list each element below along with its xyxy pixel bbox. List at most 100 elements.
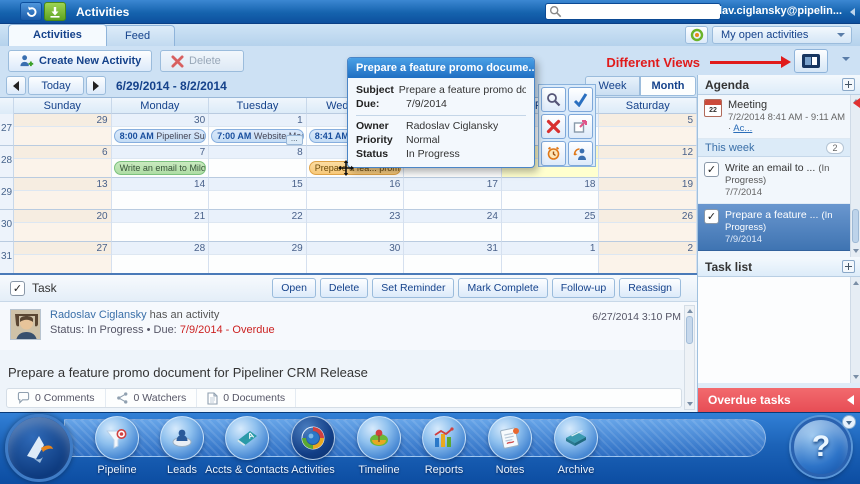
today-button[interactable]: Today xyxy=(28,76,84,95)
set-reminder-button[interactable]: Set Reminder xyxy=(372,278,454,298)
agenda-meeting-item[interactable]: 22 Meeting 7/2/2014 8:41 AM - 9:11 AM · … xyxy=(698,95,850,139)
sidebar-edge-arrow[interactable] xyxy=(853,98,860,108)
calendar-day-cell[interactable]: 7 Write an email to Milos xyxy=(112,146,210,178)
calendar-day-cell[interactable]: 1 xyxy=(502,242,600,274)
download-button[interactable] xyxy=(44,2,66,21)
more-events-button[interactable]: ... xyxy=(286,135,303,145)
mark-complete-button[interactable]: Mark Complete xyxy=(458,278,547,298)
calendar-day-cell[interactable]: 29 xyxy=(209,242,307,274)
tab-feed[interactable]: Feed xyxy=(100,25,175,46)
calendar-day-cell[interactable]: 17 xyxy=(404,178,502,210)
task-list-scrollbar[interactable] xyxy=(850,277,860,383)
delete-button[interactable]: Delete xyxy=(160,50,244,72)
calendar-day-cell[interactable]: 8 xyxy=(209,146,307,178)
calendar-day-cell[interactable]: 28 xyxy=(112,242,210,274)
tab-activities[interactable]: Activities xyxy=(8,24,107,46)
agenda-scrollbar[interactable] xyxy=(850,95,860,257)
set-reminder-quick-button[interactable] xyxy=(541,141,566,166)
calendar-day-cell[interactable]: 27 xyxy=(14,242,112,274)
calendar-day-cell[interactable]: 14 xyxy=(112,178,210,210)
refresh-button[interactable] xyxy=(20,2,42,21)
day-number: 5 xyxy=(599,114,696,127)
day-number: 20 xyxy=(14,210,111,223)
user-account-menu[interactable]: radoslav.ciglansky@pipelin... xyxy=(689,5,842,17)
filter-selected-value: My open activities xyxy=(721,29,808,41)
calendar-day-cell[interactable]: 308:00 AM Pipeliner Suppo... xyxy=(112,114,210,146)
calendar-day-cell[interactable]: 24 xyxy=(404,210,502,242)
next-period-button[interactable] xyxy=(86,76,106,95)
delete-quick-button[interactable] xyxy=(541,114,566,139)
calendar-day-cell[interactable]: 19 xyxy=(599,178,697,210)
agenda-task-item-selected[interactable]: ✓ Prepare a feature ... (In Progress) 7/… xyxy=(698,204,850,251)
reassign-button[interactable]: Reassign xyxy=(619,278,681,298)
calendar-day-cell[interactable]: 26 xyxy=(599,210,697,242)
calendar-day-cell[interactable]: 16 xyxy=(307,178,405,210)
documents-counter[interactable]: 0 Documents xyxy=(197,389,296,407)
task-detail-panel: ✓ Task Open Delete Set Reminder Mark Com… xyxy=(0,273,697,412)
calendar-corner xyxy=(0,98,14,114)
open-button[interactable]: Open xyxy=(272,278,316,298)
agenda-task-item[interactable]: ✓ Write an email to ... (In Progress) 7/… xyxy=(698,157,850,204)
calendar-day-cell[interactable]: 18 xyxy=(502,178,600,210)
comments-counter[interactable]: 0 Comments xyxy=(7,389,106,407)
follow-up-button[interactable]: Follow-up xyxy=(552,278,616,298)
task-panel-header: ✓ Task Open Delete Set Reminder Mark Com… xyxy=(0,275,697,302)
previous-period-button[interactable] xyxy=(6,76,26,95)
scroll-down-icon[interactable] xyxy=(687,402,693,406)
annotation-arrow-icon xyxy=(710,61,782,64)
activity-filter-button[interactable] xyxy=(685,26,708,44)
scrollbar-thumb[interactable] xyxy=(686,316,693,344)
feed-user-link[interactable]: Radoslav Ciglansky xyxy=(50,309,147,321)
dock-collapse-chevron[interactable] xyxy=(842,415,856,429)
popup-title: Prepare a feature promo docume... xyxy=(348,58,534,78)
calendar-day-cell[interactable]: 2 xyxy=(599,242,697,274)
different-views-annotation: Different Views xyxy=(606,55,700,70)
calendar-day-cell[interactable]: 17:00 AM Website Meeti...... xyxy=(209,114,307,146)
scroll-up-icon[interactable] xyxy=(687,309,693,313)
calendar-event[interactable]: Write an email to Milos xyxy=(114,161,207,175)
calendar-day-cell[interactable]: 22 xyxy=(209,210,307,242)
task-checkbox-icon[interactable]: ✓ xyxy=(704,209,719,224)
task-checkbox-icon[interactable]: ✓ xyxy=(704,162,719,177)
help-button[interactable]: ? xyxy=(791,417,851,477)
scroll-up-icon[interactable] xyxy=(853,281,859,285)
calendar-day-cell[interactable]: 23 xyxy=(307,210,405,242)
view-activity-button[interactable] xyxy=(541,87,566,112)
watchers-counter[interactable]: 0 Watchers xyxy=(106,389,198,407)
reassign-quick-button[interactable] xyxy=(568,141,593,166)
pipeliner-crm-window: Activities radoslav.ciglansky@pipelin...… xyxy=(0,0,860,484)
calendar-event[interactable]: 8:00 AM Pipeliner Suppo... xyxy=(114,129,207,143)
calendar-day-cell[interactable]: 15 xyxy=(209,178,307,210)
calendar-day-cell[interactable]: 31 xyxy=(404,242,502,274)
calendar-day-cell[interactable]: 25 xyxy=(502,210,600,242)
download-icon xyxy=(49,6,61,18)
delete-task-button[interactable]: Delete xyxy=(320,278,368,298)
followup-quick-button[interactable] xyxy=(568,114,593,139)
dock-item-archive[interactable]: Archive xyxy=(516,416,636,476)
day-number: 7 xyxy=(112,146,209,159)
task-list-expand-button[interactable] xyxy=(842,260,855,273)
calendar-day-cell[interactable]: 12 xyxy=(599,146,697,178)
collapse-edge-icon[interactable] xyxy=(850,8,855,16)
calendar-day-cell[interactable]: 20 xyxy=(14,210,112,242)
overdue-tasks-banner[interactable]: Overdue tasks xyxy=(698,388,860,412)
month-view-button[interactable]: Month xyxy=(640,76,696,96)
activity-filter-dropdown[interactable]: My open activities xyxy=(712,26,852,44)
mark-complete-quick-button[interactable] xyxy=(568,87,593,112)
scrollbar-thumb[interactable] xyxy=(852,209,859,243)
task-panel-scrollbar[interactable] xyxy=(684,305,695,410)
calendar-day-cell[interactable]: 6 xyxy=(14,146,112,178)
calendar-day-cell[interactable]: 13 xyxy=(14,178,112,210)
meeting-account-link[interactable]: Ac... xyxy=(733,123,752,134)
calendar-day-cell[interactable]: 29 xyxy=(14,114,112,146)
scroll-down-icon[interactable] xyxy=(853,249,859,253)
calendar-day-cell[interactable]: 21 xyxy=(112,210,210,242)
views-dropdown-chevron[interactable] xyxy=(842,57,850,61)
scroll-down-icon[interactable] xyxy=(853,375,859,379)
day-number: 8 xyxy=(209,146,306,159)
agenda-expand-button[interactable] xyxy=(842,78,855,91)
views-switcher-button[interactable] xyxy=(794,49,828,73)
create-new-activity-button[interactable]: Create New Activity xyxy=(8,50,152,72)
calendar-day-cell[interactable]: 30 xyxy=(307,242,405,274)
calendar-day-cell[interactable]: 5 xyxy=(599,114,697,146)
